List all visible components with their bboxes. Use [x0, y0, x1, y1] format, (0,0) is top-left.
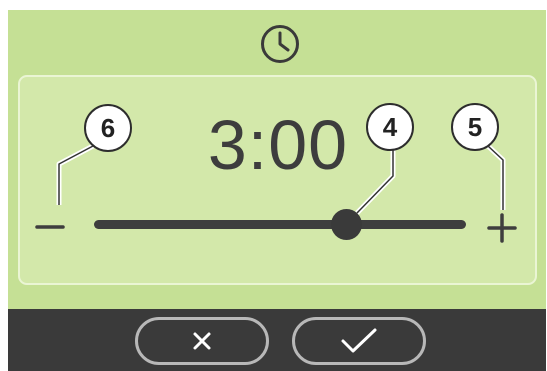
- callout-badge-minus: 6: [84, 104, 132, 152]
- callout-badge-plus: 5: [451, 103, 499, 151]
- footer-bar: [8, 309, 546, 371]
- callout-badge-slider: 4: [366, 103, 414, 151]
- plus-icon: [487, 213, 517, 243]
- cancel-button[interactable]: [135, 317, 269, 365]
- timer-value: 3:00: [207, 106, 349, 184]
- decrease-button[interactable]: [35, 212, 65, 242]
- slider-track[interactable]: [94, 220, 466, 229]
- confirm-button[interactable]: [292, 317, 426, 365]
- close-icon: [193, 332, 211, 350]
- slider-thumb[interactable]: [331, 209, 362, 240]
- timer-slider[interactable]: [94, 200, 466, 250]
- clock-icon: [261, 25, 299, 63]
- increase-button[interactable]: [487, 213, 517, 243]
- checkmark-icon: [341, 328, 377, 353]
- minus-icon: [35, 225, 65, 229]
